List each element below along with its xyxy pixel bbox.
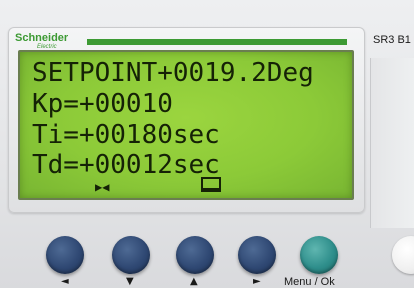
right-button[interactable] — [238, 236, 276, 274]
up-arrow-icon: ▲ — [190, 276, 198, 287]
lcd-screen: SETPOINT+0019.2Deg Kp=+00010 Ti=+00180se… — [18, 50, 354, 200]
plc-device: Schneider Electric SR3 B1 SETPOINT+0019.… — [0, 0, 414, 288]
lcd-line-setpoint: SETPOINT+0019.2Deg — [32, 58, 314, 88]
monitor-icon — [201, 177, 221, 192]
brand-name: Schneider — [15, 32, 69, 44]
right-arrow-icon: ► — [253, 276, 261, 287]
model-label: SR3 B1 — [373, 34, 411, 46]
side-panel — [370, 58, 414, 228]
aux-white-button[interactable] — [392, 236, 414, 274]
bowtie-icon: ▶◀ — [95, 180, 110, 194]
left-arrow-icon: ◄ — [61, 276, 69, 287]
lcd-line-ti: Ti=+00180sec — [32, 120, 220, 150]
down-button[interactable] — [112, 236, 150, 274]
menu-ok-button[interactable] — [300, 236, 338, 274]
down-arrow-icon: ▼ — [126, 276, 134, 287]
menu-ok-label: Menu / Ok — [284, 276, 335, 288]
left-button[interactable] — [46, 236, 84, 274]
lcd-line-td: Td=+00012sec — [32, 150, 220, 180]
brand-bar — [87, 39, 347, 45]
lcd-line-kp: Kp=+00010 — [32, 89, 173, 119]
up-button[interactable] — [176, 236, 214, 274]
